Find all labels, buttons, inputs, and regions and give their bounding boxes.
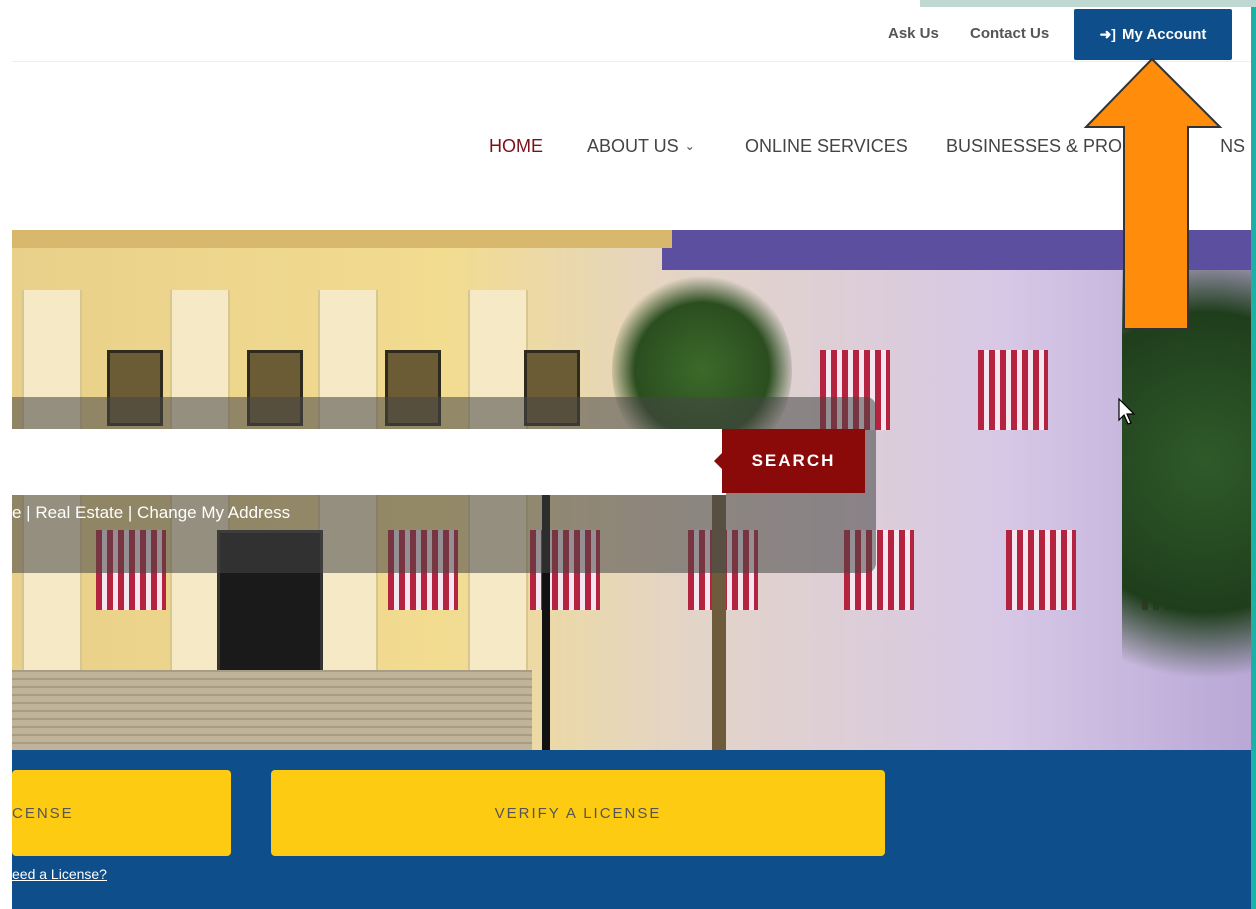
apply-for-license-button[interactable]: CENSE [12,770,231,856]
verify-license-label: VERIFY A LICENSE [494,804,662,822]
mouse-cursor-icon [1118,398,1136,425]
right-edge [1251,0,1256,909]
quick-links[interactable]: e | Real Estate | Change My Address [12,503,290,523]
ask-us-link[interactable]: Ask Us [888,25,939,42]
sign-in-icon: ➜] [1099,26,1116,42]
contact-us-link[interactable]: Contact Us [970,25,1049,42]
top-strip [920,0,1256,7]
nav-item-about-us[interactable]: ABOUT US ⌄ [587,136,695,157]
apply-for-license-label: CENSE [12,804,74,822]
nav-item-online-services[interactable]: ONLINE SERVICES [745,136,908,157]
my-account-label: My Account [1121,26,1207,43]
utility-nav: Ask Us Contact Us ➜] My Account [12,7,1251,62]
annotation-arrow-icon [1083,57,1223,330]
chevron-down-icon: ⌄ [684,139,695,153]
nav-item-about-us-label: ABOUT US [587,136,679,156]
left-edge [0,0,12,909]
search-input[interactable] [12,429,726,495]
my-account-button[interactable]: ➜] My Account [1074,9,1232,60]
verify-license-button[interactable]: VERIFY A LICENSE [271,770,885,856]
search-button[interactable]: SEARCH [714,429,865,493]
main-nav: HOME ABOUT US ⌄ ONLINE SERVICES BUSINESSE… [12,62,1251,230]
need-a-license-link[interactable]: eed a License? [12,866,107,882]
nav-item-home[interactable]: HOME [489,136,543,157]
